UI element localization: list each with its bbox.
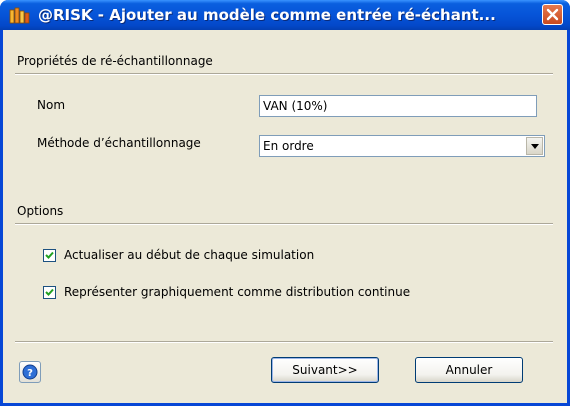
footer-separator: [15, 341, 553, 343]
sampling-method-select[interactable]: En ordre: [259, 135, 545, 157]
close-button[interactable]: [542, 4, 563, 25]
help-button[interactable]: ?: [19, 361, 41, 383]
checkmark-icon: [45, 288, 54, 296]
cancel-button[interactable]: Annuler: [415, 357, 523, 383]
graph-checkbox[interactable]: [43, 286, 56, 299]
next-button[interactable]: Suivant>>: [271, 357, 379, 383]
update-checkbox-label[interactable]: Actualiser au début de chaque simulation: [64, 248, 314, 262]
sampling-method-value: En ordre: [263, 139, 314, 153]
options-section-title: Options: [17, 204, 64, 218]
chevron-down-icon[interactable]: [526, 137, 543, 155]
name-label: Nom: [37, 98, 66, 112]
dialog-window: @RISK - Ajouter au modèle comme entrée r…: [0, 0, 570, 406]
properties-separator: [15, 73, 553, 75]
help-icon: ?: [22, 364, 38, 380]
name-input[interactable]: VAN (10%): [259, 95, 537, 117]
close-icon: [546, 8, 559, 21]
graph-checkbox-label[interactable]: Représenter graphiquement comme distribu…: [64, 285, 410, 299]
risk-app-icon: [9, 7, 31, 24]
update-checkbox[interactable]: [43, 249, 56, 262]
checkmark-icon: [45, 251, 54, 259]
properties-section-title: Propriétés de ré-échantillonnage: [17, 54, 213, 68]
svg-text:?: ?: [27, 368, 33, 379]
options-separator: [15, 223, 553, 225]
window-title: @RISK - Ajouter au modèle comme entrée r…: [38, 6, 496, 24]
title-bar[interactable]: @RISK - Ajouter au modèle comme entrée r…: [0, 0, 570, 30]
sampling-method-label: Méthode d’échantillonnage: [37, 136, 201, 150]
